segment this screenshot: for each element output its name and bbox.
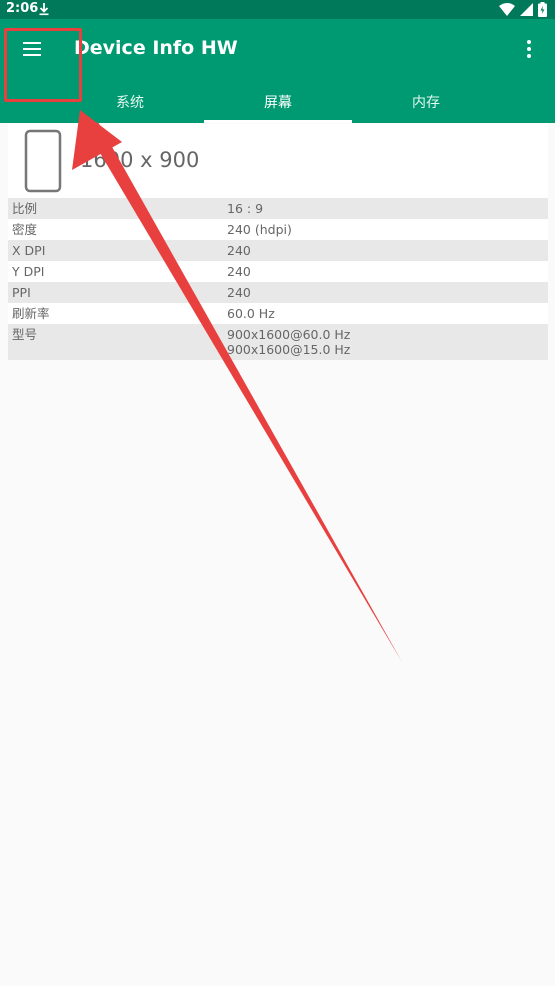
- tab-memory[interactable]: 内存: [352, 80, 500, 123]
- table-row: Y DPI 240: [8, 261, 548, 282]
- display-summary-card: 1600 x 900: [8, 124, 548, 198]
- app-bar: Device Info HW 系统 屏幕 内存: [0, 19, 555, 123]
- battery-icon: [538, 2, 547, 17]
- app-title: Device Info HW: [74, 37, 238, 59]
- row-label: Y DPI: [12, 264, 45, 279]
- signal-icon: [520, 3, 533, 16]
- row-value: 16 : 9: [227, 201, 264, 216]
- row-label: 比例: [12, 201, 38, 216]
- status-icons: [499, 1, 547, 18]
- row-value: 60.0 Hz: [227, 306, 275, 321]
- row-value: 240 (hdpi): [227, 222, 292, 237]
- tab-bar: 系统 屏幕 内存: [56, 80, 555, 123]
- phone-icon: [24, 129, 62, 193]
- download-icon: [39, 3, 49, 16]
- annotation-highlight-box: [4, 28, 82, 102]
- wifi-icon: [499, 3, 515, 16]
- more-vertical-icon[interactable]: [521, 37, 537, 61]
- display-info-table: 比例 16 : 9 密度 240 (hdpi) X DPI 240 Y DPI …: [8, 198, 548, 360]
- table-row: PPI 240: [8, 282, 548, 303]
- row-label: PPI: [12, 285, 31, 300]
- table-row: 密度 240 (hdpi): [8, 219, 548, 240]
- row-value: 900x1600@60.0 Hz 900x1600@15.0 Hz: [223, 324, 548, 360]
- tab-label: 内存: [412, 94, 440, 111]
- row-value: 240: [227, 285, 251, 300]
- tab-label: 系统: [116, 94, 144, 111]
- table-row: 型号 900x1600@60.0 Hz 900x1600@15.0 Hz: [8, 324, 548, 360]
- mode-entry: 900x1600@15.0 Hz: [227, 342, 351, 357]
- status-time: 2:06: [6, 1, 39, 16]
- row-label: X DPI: [12, 243, 46, 258]
- tab-label: 屏幕: [264, 94, 292, 111]
- table-row: 比例 16 : 9: [8, 198, 548, 219]
- table-row: 刷新率 60.0 Hz: [8, 303, 548, 324]
- screen-resolution: 1600 x 900: [80, 148, 200, 172]
- table-row: X DPI 240: [8, 240, 548, 261]
- status-bar: 2:06: [0, 0, 555, 19]
- row-label: 刷新率: [12, 306, 50, 321]
- row-value: 240: [227, 243, 251, 258]
- mode-entry: 900x1600@60.0 Hz: [227, 327, 351, 342]
- row-label: 型号: [12, 327, 38, 342]
- tab-screen[interactable]: 屏幕: [204, 80, 352, 123]
- row-label: 密度: [12, 222, 38, 237]
- row-value: 240: [227, 264, 251, 279]
